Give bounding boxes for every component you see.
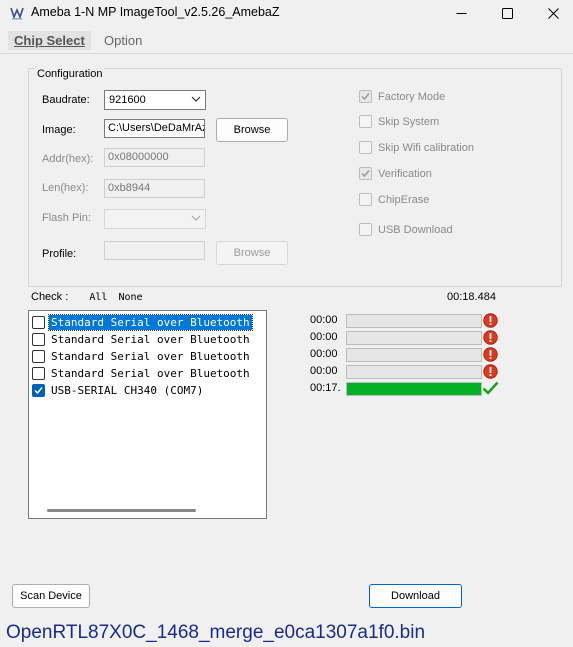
skip-system-checkbox[interactable] xyxy=(359,115,372,128)
error-icon xyxy=(483,347,498,362)
device-list[interactable]: Standard Serial over Bluetooth Standard … xyxy=(28,310,267,519)
factory-mode-label: Factory Mode xyxy=(378,90,446,103)
device-checkbox[interactable] xyxy=(32,383,45,397)
progress-bar xyxy=(346,331,482,345)
skip-wifi-calibration-label: Skip Wifi calibration xyxy=(378,141,474,154)
minimize-icon xyxy=(456,12,466,14)
device-label: Standard Serial over Bluetooth xyxy=(51,366,250,380)
check-icon xyxy=(361,93,370,101)
chevron-down-icon xyxy=(191,215,201,221)
download-button[interactable]: Download xyxy=(369,584,462,608)
progress-bar xyxy=(346,365,482,379)
maximize-button[interactable] xyxy=(484,0,530,26)
skip-system-label: Skip System xyxy=(378,115,440,128)
check-row: Check : All None xyxy=(31,291,143,303)
window-title: Ameba 1-N MP ImageTool_v2.5.26_AmebaZ xyxy=(31,5,280,19)
option-skip-system[interactable]: Skip System xyxy=(359,115,439,128)
flash-pin-select[interactable] xyxy=(104,209,206,229)
menu-bar: Chip Select Option xyxy=(0,28,573,52)
status-filename: OpenRTL87X0C_1468_merge_e0ca1307a1f0.bin xyxy=(6,622,426,643)
device-label: Standard Serial over Bluetooth xyxy=(51,349,250,363)
check-all-link[interactable]: All xyxy=(89,292,107,303)
tab-option[interactable]: Option xyxy=(98,31,148,50)
chip-erase-label: ChipErase xyxy=(378,193,430,206)
baudrate-label: Baudrate: xyxy=(42,94,90,106)
usb-download-label: USB Download xyxy=(378,223,453,236)
verification-label: Verification xyxy=(378,167,432,180)
minimize-button[interactable] xyxy=(438,0,484,26)
image-label: Image: xyxy=(42,124,76,136)
device-checkbox[interactable] xyxy=(32,349,45,363)
option-usb-download[interactable]: USB Download xyxy=(359,223,453,236)
device-row[interactable]: Standard Serial over Bluetooth xyxy=(32,365,252,381)
profile-browse-button[interactable]: Browse xyxy=(216,241,288,265)
flash-pin-label: Flash Pin: xyxy=(42,212,91,224)
check-none-link[interactable]: None xyxy=(118,292,142,303)
option-factory-mode[interactable]: Factory Mode xyxy=(359,90,445,103)
option-chip-erase[interactable]: ChipErase xyxy=(359,193,429,206)
progress-bar xyxy=(346,348,482,362)
device-label: USB-SERIAL CH340 (COM7) xyxy=(51,383,204,397)
progress-time: 00:00 xyxy=(310,314,338,326)
verification-checkbox[interactable] xyxy=(359,167,372,180)
progress-time: 00:17. xyxy=(310,382,341,394)
progress-fill xyxy=(347,383,481,395)
profile-label: Profile: xyxy=(42,248,77,260)
error-icon xyxy=(483,330,498,345)
device-row[interactable]: Standard Serial over Bluetooth xyxy=(32,348,252,364)
device-checkbox[interactable] xyxy=(32,366,45,380)
image-path-field[interactable]: C:\Users\DeDaMrAz xyxy=(104,119,205,138)
tab-chip-select[interactable]: Chip Select xyxy=(8,31,91,50)
skip-wifi-calibration-checkbox[interactable] xyxy=(359,141,372,154)
close-button[interactable] xyxy=(530,0,573,26)
close-icon xyxy=(547,7,559,19)
device-label: Standard Serial over Bluetooth xyxy=(51,332,250,346)
app-logo-icon xyxy=(10,7,24,20)
len-field[interactable]: 0xb8944 xyxy=(104,179,205,198)
device-row[interactable]: USB-SERIAL CH340 (COM7) xyxy=(32,382,205,398)
progress-time: 00:00 xyxy=(310,348,338,360)
device-row[interactable]: Standard Serial over Bluetooth xyxy=(32,331,252,347)
title-bar: Ameba 1-N MP ImageTool_v2.5.26_AmebaZ xyxy=(0,0,573,26)
baudrate-select[interactable]: 921600 xyxy=(104,90,206,110)
chevron-down-icon xyxy=(191,96,201,102)
device-checkbox[interactable] xyxy=(32,332,45,346)
check-icon xyxy=(361,170,370,178)
addr-label: Addr(hex): xyxy=(42,153,94,165)
baudrate-value: 921600 xyxy=(109,94,146,106)
profile-field[interactable] xyxy=(104,241,205,260)
usb-download-checkbox[interactable] xyxy=(359,223,372,236)
progress-time: 00:00 xyxy=(310,365,338,377)
check-icon xyxy=(34,386,43,394)
chip-erase-checkbox[interactable] xyxy=(359,193,372,206)
checkmark-icon xyxy=(482,381,499,395)
factory-mode-checkbox[interactable] xyxy=(359,90,372,103)
progress-time: 00:00 xyxy=(310,331,338,343)
check-label: Check : xyxy=(31,291,69,303)
device-row[interactable]: Standard Serial over Bluetooth xyxy=(32,313,253,331)
option-skip-wifi-calibration[interactable]: Skip Wifi calibration xyxy=(359,141,474,154)
device-label: Standard Serial over Bluetooth xyxy=(48,313,253,331)
option-verification[interactable]: Verification xyxy=(359,167,432,180)
device-checkbox[interactable] xyxy=(32,315,45,329)
elapsed-time: 00:18.484 xyxy=(447,291,496,303)
addr-field[interactable]: 0x08000000 xyxy=(104,148,205,167)
error-icon xyxy=(483,313,498,328)
device-list-scrollbar[interactable] xyxy=(47,509,196,512)
progress-bar xyxy=(346,314,482,328)
len-label: Len(hex): xyxy=(42,182,89,194)
image-browse-button[interactable]: Browse xyxy=(216,118,288,142)
configuration-legend: Configuration xyxy=(35,68,105,80)
error-icon xyxy=(483,364,498,379)
maximize-icon xyxy=(501,7,513,19)
scan-device-button[interactable]: Scan Device xyxy=(12,584,90,608)
progress-bar xyxy=(346,382,482,396)
